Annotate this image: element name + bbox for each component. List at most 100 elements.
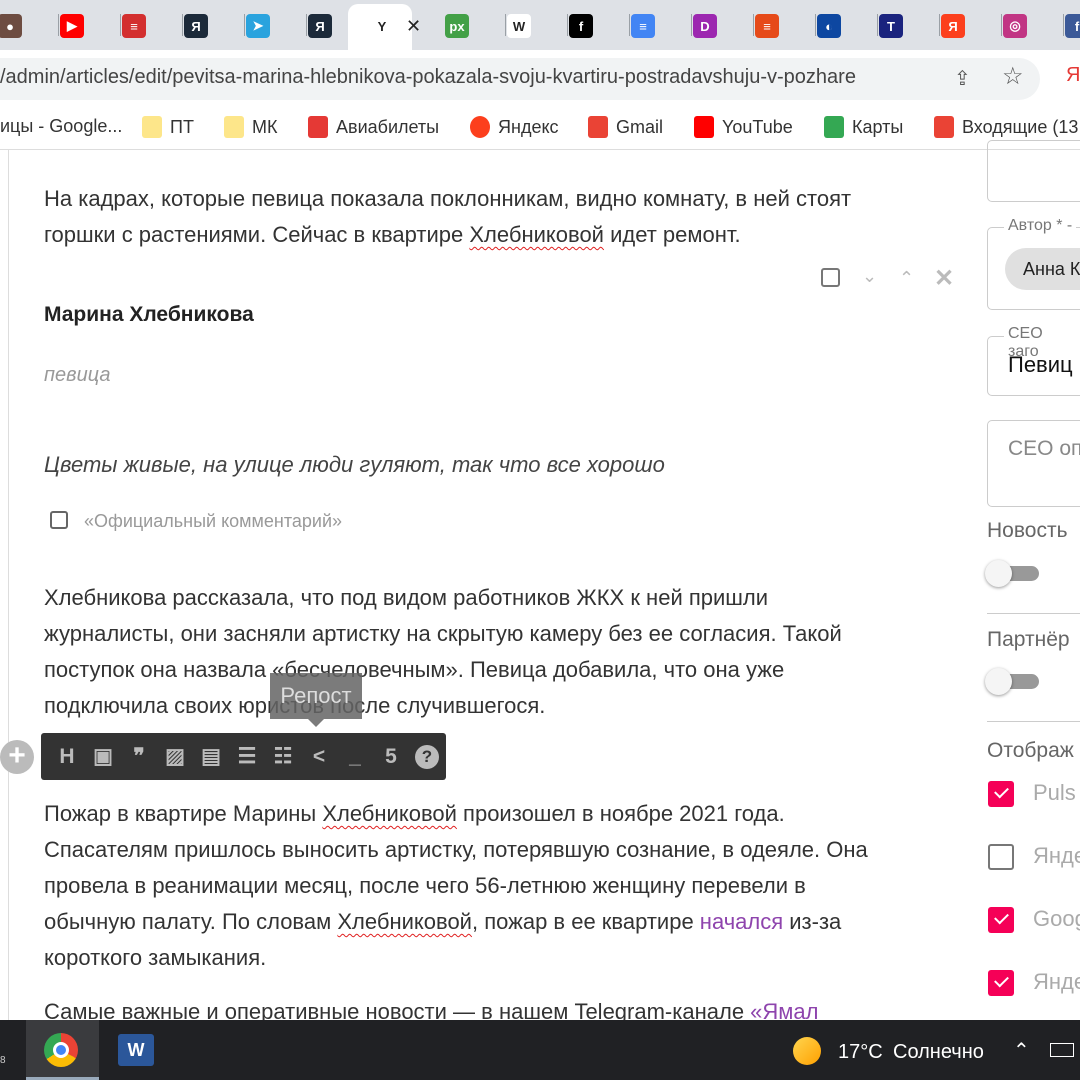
article-link[interactable]: начался	[700, 909, 783, 934]
gmail-icon	[588, 116, 608, 138]
browser-tab[interactable]: ▶	[60, 8, 84, 44]
instagram-icon: ◎	[1003, 14, 1027, 38]
help-icon[interactable]: ?	[415, 744, 439, 769]
seo-title-value[interactable]: Певиц	[1008, 352, 1073, 378]
bookmark-item[interactable]: Gmail	[588, 116, 663, 138]
quote-author[interactable]: Марина Хлебникова	[44, 303, 254, 327]
chevron-up-icon[interactable]: ⌃	[1013, 1038, 1030, 1063]
close-tab-icon[interactable]: ✕	[406, 16, 421, 37]
official-comment-checkbox[interactable]	[50, 511, 68, 529]
divider-icon[interactable]: _	[337, 745, 373, 769]
display-option-checkbox[interactable]	[988, 844, 1014, 870]
browser-tab[interactable]: Я	[941, 8, 965, 44]
star-icon[interactable]: ☆	[1002, 62, 1024, 91]
bookmark-item[interactable]: YouTube	[694, 116, 793, 138]
quote-role[interactable]: певица	[44, 364, 110, 387]
wikipedia-icon: W	[507, 14, 531, 38]
chevron-up-icon[interactable]: ⌃	[899, 268, 914, 289]
bookmark-item[interactable]: Входящие (13	[934, 116, 1078, 138]
browser-tab[interactable]: ➤	[246, 8, 270, 44]
bookmark-item[interactable]: ицы - Google...	[0, 116, 122, 137]
tab-separator	[182, 14, 183, 36]
bookmark-item[interactable]: Яндекс	[470, 116, 559, 138]
bookmark-label: ПТ	[170, 116, 194, 137]
bookmark-item[interactable]: МК	[224, 116, 277, 138]
browser-tab[interactable]: f	[569, 8, 593, 44]
yandex-icon[interactable]: Я	[1066, 64, 1080, 87]
close-icon[interactable]: ✕	[934, 264, 954, 293]
chevron-down-icon[interactable]: ⌄	[862, 266, 877, 287]
editor-border	[8, 150, 9, 1020]
word-icon[interactable]: W	[118, 1034, 154, 1066]
docs-icon: ≡	[631, 14, 655, 38]
quote-icon[interactable]: ❞	[121, 744, 157, 769]
display-option-label[interactable]: Янде	[1033, 969, 1080, 995]
author-chip[interactable]: Анна К	[1005, 248, 1080, 290]
browser-tab[interactable]: Я	[184, 8, 208, 44]
paragraph-line: На кадрах, которые певица показала покло…	[44, 186, 852, 211]
tab-bar	[0, 0, 1080, 50]
temperature[interactable]: 17°C	[838, 1041, 883, 1064]
browser-tab[interactable]: Y ✕	[370, 8, 421, 44]
text: горшки с растениями. Сейчас в квартире	[44, 222, 470, 247]
partner-toggle[interactable]	[985, 666, 1041, 696]
badge: 8	[0, 1055, 6, 1066]
tab-separator	[306, 14, 307, 36]
quote-checkbox[interactable]	[821, 268, 840, 287]
px-icon: px	[445, 14, 469, 38]
share-icon[interactable]: ⇪	[954, 66, 971, 91]
misspelled-word: Хлебниковой	[322, 801, 457, 826]
seo-description-field[interactable]	[987, 420, 1080, 507]
browser-tab[interactable]: ●	[0, 8, 22, 44]
display-option-label[interactable]: Puls	[1033, 780, 1076, 806]
browser-tab[interactable]: ≡	[755, 8, 779, 44]
display-option-checkbox[interactable]	[988, 781, 1014, 807]
image-icon[interactable]: ▨	[157, 744, 193, 769]
display-option-label[interactable]: Goog	[1033, 906, 1080, 932]
browser-tab[interactable]: f	[1065, 8, 1080, 44]
html5-icon[interactable]: 5	[373, 745, 409, 769]
display-option-label[interactable]: Янде	[1033, 843, 1080, 869]
add-block-icon[interactable]: +	[0, 740, 34, 774]
browser-tab[interactable]: T	[879, 8, 903, 44]
tab-separator	[120, 14, 121, 36]
browser-tab[interactable]: px	[445, 8, 469, 44]
news-toggle[interactable]	[985, 558, 1041, 588]
browser-tab[interactable]: ≡	[122, 8, 146, 44]
browser-tab[interactable]: ≡	[631, 8, 655, 44]
share-icon[interactable]: <	[301, 745, 337, 769]
numbered-list-icon[interactable]: ☷	[265, 744, 301, 769]
divider	[987, 613, 1080, 614]
battery-icon[interactable]	[1050, 1043, 1074, 1057]
folder-icon	[142, 116, 162, 138]
bookmark-item[interactable]: Карты	[824, 116, 903, 138]
browser-tab[interactable]: Я	[308, 8, 332, 44]
browser-tab[interactable]: ◎	[1003, 8, 1027, 44]
heading-icon[interactable]: H	[49, 745, 85, 769]
youtube-icon: ▶	[60, 14, 84, 38]
tab-separator	[505, 14, 506, 36]
browser-tab[interactable]: ◐	[817, 8, 841, 44]
gallery-icon[interactable]: ▤	[193, 744, 229, 769]
bookmark-item[interactable]: Авиабилеты	[308, 116, 439, 138]
quote-text[interactable]: Цветы живые, на улице люди гуляют, так ч…	[44, 452, 665, 478]
browser-tab[interactable]: D	[693, 8, 717, 44]
yandex-icon: Я	[184, 14, 208, 38]
url-text[interactable]: /admin/articles/edit/pevitsa-marina-hleb…	[0, 66, 856, 89]
telegram-icon: ➤	[246, 14, 270, 38]
paragraph-line: короткого замыкания.	[44, 945, 267, 970]
bookmark-item[interactable]: ПТ	[142, 116, 194, 138]
subheading-icon[interactable]: ▣	[85, 744, 121, 769]
sun-icon	[793, 1037, 821, 1065]
tab-separator	[815, 14, 816, 36]
browser-tab[interactable]: W	[507, 8, 531, 44]
tab-separator	[244, 14, 245, 36]
display-option-checkbox[interactable]	[988, 907, 1014, 933]
display-option-checkbox[interactable]	[988, 970, 1014, 996]
sidebar-field[interactable]	[987, 140, 1080, 202]
weather-text[interactable]: Солнечно	[893, 1041, 984, 1064]
bullet-list-icon[interactable]: ☰	[229, 744, 265, 769]
facebook-icon: f	[1065, 14, 1080, 38]
official-comment-label[interactable]: «Официальный комментарий»	[84, 511, 342, 532]
tab-separator	[58, 14, 59, 36]
